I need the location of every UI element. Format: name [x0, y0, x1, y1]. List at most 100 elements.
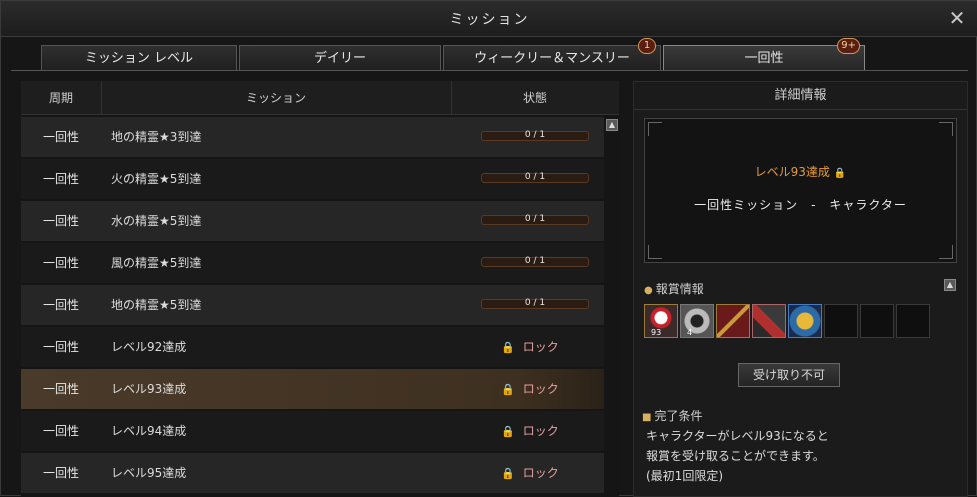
lock-status: 🔒 ロック	[501, 369, 559, 410]
lock-text: ロック	[522, 466, 559, 480]
row-mission: レベル94達成	[111, 424, 187, 438]
rewards-label: ● 報賞情報	[644, 280, 704, 297]
row-mission: レベル95達成	[111, 466, 187, 480]
row-period: 一回性	[42, 382, 79, 396]
header-mission: ミッション	[245, 91, 306, 105]
tab-one-time[interactable]: 一回性 9+	[663, 38, 865, 71]
lock-text: ロック	[522, 424, 559, 438]
progress-text: 0 / 1	[524, 172, 546, 182]
row-period: 一回性	[42, 466, 79, 480]
table-row[interactable]: 一回性 レベル94達成 🔒 ロック	[21, 411, 604, 451]
notification-badge: 9+	[837, 38, 860, 54]
row-mission: 風の精霊★5到達	[111, 256, 202, 270]
condition-line: 報賞を受け取ることができます。	[646, 449, 825, 463]
window-title: ミッション	[449, 12, 530, 28]
table-row[interactable]: 一回性 レベル92達成 🔒 ロック	[21, 327, 604, 367]
table-row[interactable]: 一回性 火の精霊★5到達 0 / 1	[21, 159, 604, 199]
row-period: 一回性	[42, 130, 79, 144]
list-scroll-up-icon[interactable]: ▲	[606, 119, 618, 131]
row-period: 一回性	[42, 172, 79, 186]
table-header: 周期 ミッション 状態	[21, 81, 619, 115]
detail-header: 詳細情報	[634, 82, 967, 110]
detail-panel: 詳細情報 レベル93達成 🔒 一回性ミッション - キャラクター ● 報賞情報 ▲ …	[633, 81, 968, 497]
row-mission: 地の精霊★5到達	[111, 298, 202, 312]
row-period: 一回性	[42, 340, 79, 354]
scroll-icon: ■	[642, 412, 652, 423]
mission-list: 周期 ミッション 状態 ▲ 一回性 地の精霊★3到達 0 / 1 一回性 火の精霊★5到…	[21, 81, 619, 497]
progress-text: 0 / 1	[524, 214, 546, 224]
row-period: 一回性	[42, 256, 79, 270]
reward-qty: 4	[687, 328, 693, 337]
table-row[interactable]: 一回性 風の精霊★5到達 0 / 1	[21, 243, 604, 283]
lock-status: 🔒 ロック	[501, 327, 559, 368]
table-row[interactable]: 一回性 水の精霊★5到達 0 / 1	[21, 201, 604, 241]
notification-badge: 1	[638, 38, 656, 54]
table-row[interactable]: 一回性 レベル93達成 🔒 ロック	[21, 369, 604, 409]
row-mission: 地の精霊★3到達	[111, 130, 202, 144]
progress-bar: 0 / 1	[481, 130, 589, 141]
lock-text: ロック	[522, 382, 559, 396]
detail-level: レベル93達成 🔒	[645, 163, 956, 180]
lock-icon: 🔒	[501, 383, 515, 396]
coin-bag-icon: ●	[644, 285, 653, 296]
tab-mission-level[interactable]: ミッション レベル	[41, 45, 237, 71]
reward-qty: 93	[651, 328, 662, 337]
detail-level-text: レベル93達成	[754, 165, 830, 179]
row-period: 一回性	[42, 214, 79, 228]
tab-label: ミッション レベル	[84, 51, 194, 66]
lock-icon: 🔒	[501, 467, 515, 480]
lock-icon: 🔒	[501, 341, 515, 354]
row-mission: 水の精霊★5到達	[111, 214, 202, 228]
progress-text: 0 / 1	[524, 256, 546, 266]
row-period: 一回性	[42, 424, 79, 438]
lock-icon: 🔒	[501, 425, 515, 438]
ornament-corner	[648, 245, 662, 259]
progress-bar: 0 / 1	[481, 256, 589, 267]
lock-text: ロック	[522, 340, 559, 354]
tab-label: ウィークリー＆マンスリー	[474, 51, 630, 66]
row-mission: レベル92達成	[111, 340, 187, 354]
tab-daily[interactable]: デイリー	[239, 45, 441, 71]
header-period: 周期	[48, 91, 73, 105]
spellbook-icon[interactable]	[716, 304, 750, 338]
ornament-corner	[939, 245, 953, 259]
lock-icon: 🔒	[833, 168, 847, 179]
equipment-box-icon[interactable]: 4	[680, 304, 714, 338]
table-row[interactable]: 一回性 地の精霊★5到達 0 / 1	[21, 285, 604, 325]
lock-status: 🔒 ロック	[501, 411, 559, 452]
tab-label: 一回性	[744, 51, 784, 66]
progress-text: 0 / 1	[524, 298, 546, 308]
empty-slot	[896, 304, 930, 338]
claim-button[interactable]: 受け取り不可	[738, 363, 840, 387]
gift-box-icon[interactable]: 93	[644, 304, 678, 338]
crafting-material-icon[interactable]	[752, 304, 786, 338]
tab-divider	[11, 70, 968, 71]
header-status: 状態	[522, 91, 547, 105]
progress-text: 0 / 1	[524, 130, 546, 140]
table-row[interactable]: 一回性 レベル95達成 🔒 ロック	[21, 453, 604, 493]
condition-line: キャラクターがレベル93になると	[646, 429, 829, 443]
reward-slots: 93 4	[644, 304, 936, 342]
row-mission: 火の精霊★5到達	[111, 172, 202, 186]
lock-status: 🔒 ロック	[501, 453, 559, 494]
mission-window: ミッション ✕ ミッション レベル デイリー ウィークリー＆マンスリー 1 一回…	[0, 0, 977, 497]
gold-medal-icon[interactable]	[788, 304, 822, 338]
table-row[interactable]: 一回性 地の精霊★3到達 0 / 1	[21, 117, 604, 157]
row-mission: レベル93達成	[111, 382, 187, 396]
detail-box: レベル93達成 🔒 一回性ミッション - キャラクター	[644, 118, 957, 263]
close-icon[interactable]: ✕	[946, 7, 968, 29]
ornament-corner	[939, 122, 953, 136]
ornament-corner	[648, 122, 662, 136]
empty-slot	[824, 304, 858, 338]
progress-bar: 0 / 1	[481, 298, 589, 309]
row-period: 一回性	[42, 298, 79, 312]
empty-slot	[860, 304, 894, 338]
tab-weekly-monthly[interactable]: ウィークリー＆マンスリー 1	[443, 38, 661, 71]
rewards-label-text: 報賞情報	[655, 282, 704, 296]
condition-label-text: 完了条件	[654, 409, 703, 423]
panel-scroll-up-icon[interactable]: ▲	[944, 279, 956, 291]
condition-line: (最初1回限定)	[646, 469, 723, 483]
titlebar: ミッション ✕	[1, 1, 977, 37]
condition-label: ■ 完了条件	[642, 407, 702, 424]
progress-bar: 0 / 1	[481, 172, 589, 183]
